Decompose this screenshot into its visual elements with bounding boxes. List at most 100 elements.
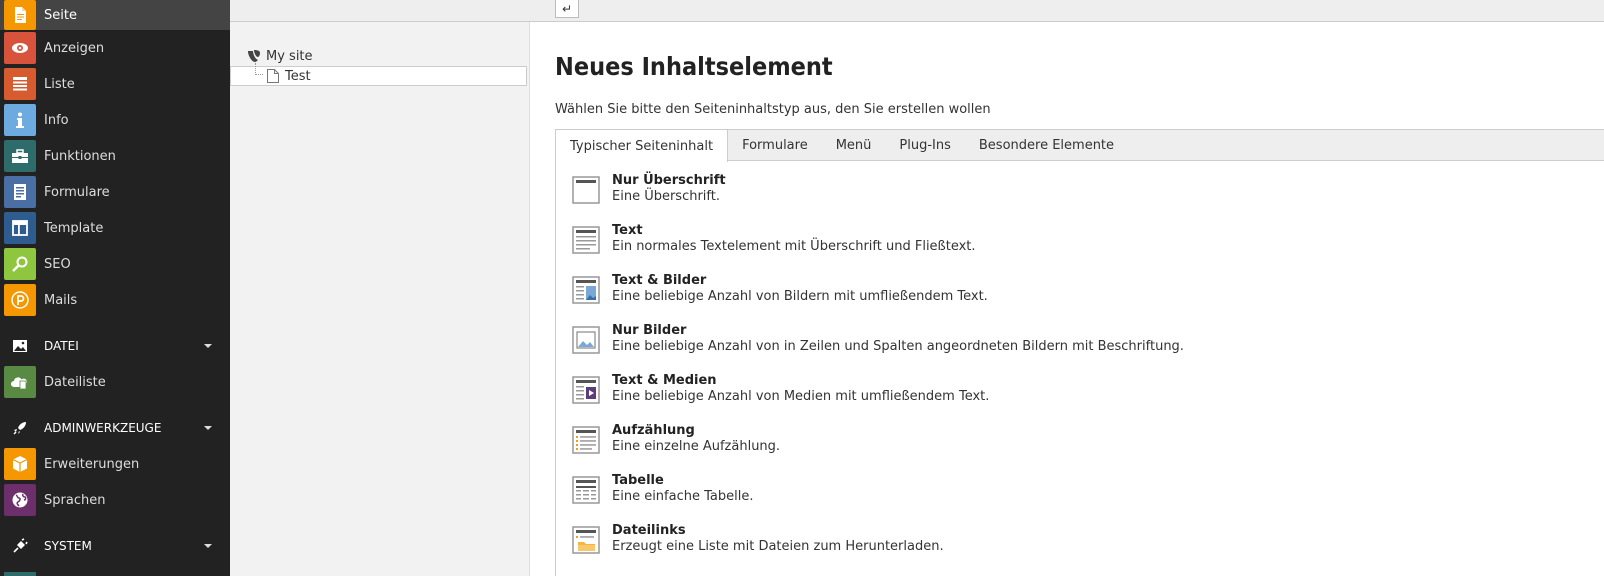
module-menu-overflow bbox=[0, 572, 230, 576]
list-icon bbox=[4, 68, 36, 100]
ce-title: Aufzählung bbox=[612, 423, 695, 438]
tab-menu[interactable]: Menü bbox=[822, 130, 886, 161]
toolbox-icon bbox=[4, 140, 36, 172]
module-label: Anzeigen bbox=[44, 40, 105, 56]
ce-title: Text bbox=[612, 223, 643, 238]
module-template[interactable]: Template bbox=[0, 210, 230, 246]
module-label: Info bbox=[44, 112, 69, 128]
ce-title: Dateilinks bbox=[612, 523, 686, 538]
ce-tabelle[interactable]: Tabelle Eine einfache Tabelle. bbox=[572, 473, 753, 504]
ce-description: Eine beliebige Anzahl von Bildern mit um… bbox=[612, 289, 988, 304]
typo3-logo-icon bbox=[248, 50, 260, 62]
content-area: Neues Inhaltselement Wählen Sie bitte de… bbox=[531, 22, 1604, 576]
tab-plug-ins[interactable]: Plug-Ins bbox=[885, 130, 964, 161]
module-label: Template bbox=[44, 220, 104, 236]
globe-icon bbox=[4, 484, 36, 516]
page-tree: My site Test bbox=[230, 0, 530, 576]
box-icon bbox=[4, 448, 36, 480]
module-seo[interactable]: SEO bbox=[0, 246, 230, 282]
tree-root-node[interactable]: My site bbox=[246, 48, 313, 64]
back-button[interactable]: ↵ bbox=[555, 0, 579, 18]
template-icon bbox=[4, 212, 36, 244]
module-liste[interactable]: Liste bbox=[0, 66, 230, 102]
tree-page-label: Test bbox=[285, 68, 311, 84]
text-media-icon bbox=[572, 376, 600, 404]
text-icon bbox=[572, 226, 600, 254]
hidden-module-chip bbox=[4, 572, 36, 576]
chevron-down-icon bbox=[204, 344, 212, 348]
mail-p-icon bbox=[4, 284, 36, 316]
group-label: ADMINWERKZEUGE bbox=[44, 421, 162, 435]
ce-text[interactable]: Text Ein normales Textelement mit Übersc… bbox=[572, 223, 976, 254]
tree-connector bbox=[255, 63, 263, 75]
group-system[interactable]: SYSTEM bbox=[0, 528, 230, 564]
module-funktionen[interactable]: Funktionen bbox=[0, 138, 230, 174]
ce-description: Eine einfache Tabelle. bbox=[612, 489, 754, 504]
tree-root-label: My site bbox=[266, 48, 313, 64]
group-datei[interactable]: DATEI bbox=[0, 328, 230, 364]
image-icon bbox=[4, 330, 36, 362]
group-adminwerkzeuge[interactable]: ADMINWERKZEUGE bbox=[0, 410, 230, 446]
header-only-icon bbox=[572, 176, 600, 204]
bullets-icon bbox=[572, 426, 600, 454]
tab-bar: Typischer Seiteninhalt Formulare Menü Pl… bbox=[555, 129, 1604, 162]
ce-nur-bilder[interactable]: Nur Bilder Eine beliebige Anzahl von in … bbox=[572, 323, 1184, 354]
ce-title: Text & Bilder bbox=[612, 273, 707, 288]
ce-aufzaehlung[interactable]: Aufzählung Eine einzelne Aufzählung. bbox=[572, 423, 780, 454]
form-icon bbox=[4, 176, 36, 208]
page-description: Wählen Sie bitte den Seiteninhaltstyp au… bbox=[555, 102, 991, 117]
module-seite[interactable]: Seite bbox=[0, 0, 230, 30]
module-mails[interactable]: Mails bbox=[0, 282, 230, 318]
group-label: SYSTEM bbox=[44, 539, 92, 553]
module-label: Liste bbox=[44, 76, 75, 92]
text-images-icon bbox=[572, 276, 600, 304]
page-icon bbox=[4, 0, 36, 30]
tab-besondere-elemente[interactable]: Besondere Elemente bbox=[965, 130, 1128, 161]
module-formulare[interactable]: Formulare bbox=[0, 174, 230, 210]
tab-formulare[interactable]: Formulare bbox=[728, 130, 822, 161]
module-dateiliste[interactable]: Dateiliste bbox=[0, 364, 230, 400]
group-label: DATEI bbox=[44, 339, 79, 353]
page-title: Neues Inhaltselement bbox=[555, 52, 833, 81]
cloud-file-icon bbox=[4, 366, 36, 398]
module-label: SEO bbox=[44, 256, 71, 272]
images-only-icon bbox=[572, 326, 600, 354]
page-icon bbox=[267, 69, 279, 83]
ce-title: Nur Bilder bbox=[612, 323, 687, 338]
ce-nur-ueberschrift[interactable]: Nur Überschrift Eine Überschrift. bbox=[572, 173, 726, 204]
module-label: Formulare bbox=[44, 184, 110, 200]
module-anzeigen[interactable]: Anzeigen bbox=[0, 30, 230, 66]
module-label: Seite bbox=[44, 7, 77, 23]
ce-text-medien[interactable]: Text & Medien Eine beliebige Anzahl von … bbox=[572, 373, 989, 404]
ce-description: Eine beliebige Anzahl von in Zeilen und … bbox=[612, 339, 1184, 354]
tab-typischer-seiteninhalt[interactable]: Typischer Seiteninhalt bbox=[556, 130, 729, 162]
module-label: Funktionen bbox=[44, 148, 116, 164]
ce-description: Erzeugt eine Liste mit Dateien zum Herun… bbox=[612, 539, 944, 554]
eye-icon bbox=[4, 32, 36, 64]
tree-page-node[interactable]: Test bbox=[230, 63, 527, 86]
ce-text-bilder[interactable]: Text & Bilder Eine beliebige Anzahl von … bbox=[572, 273, 988, 304]
module-label: Sprachen bbox=[44, 492, 106, 508]
chevron-down-icon bbox=[204, 426, 212, 430]
ce-title: Nur Überschrift bbox=[612, 173, 726, 188]
module-erweiterungen[interactable]: Erweiterungen bbox=[0, 446, 230, 482]
ce-description: Eine Überschrift. bbox=[612, 189, 720, 204]
file-links-icon bbox=[572, 526, 600, 554]
info-icon bbox=[4, 104, 36, 136]
tab-panel: Nur Überschrift Eine Überschrift. Text E… bbox=[555, 161, 1604, 576]
module-menu: Seite Anzeigen Liste Info Funktionen For… bbox=[0, 0, 230, 576]
plug-icon bbox=[4, 530, 36, 562]
table-icon bbox=[572, 476, 600, 504]
doc-header bbox=[230, 0, 1604, 22]
chevron-down-icon bbox=[204, 544, 212, 548]
ce-description: Ein normales Textelement mit Überschrift… bbox=[612, 239, 976, 254]
module-label: Mails bbox=[44, 292, 78, 308]
ce-title: Text & Medien bbox=[612, 373, 717, 388]
magnifier-icon bbox=[4, 248, 36, 280]
ce-description: Eine einzelne Aufzählung. bbox=[612, 439, 781, 454]
module-info[interactable]: Info bbox=[0, 102, 230, 138]
module-label: Dateiliste bbox=[44, 374, 106, 390]
module-sprachen[interactable]: Sprachen bbox=[0, 482, 230, 518]
module-label: Erweiterungen bbox=[44, 456, 140, 472]
ce-dateilinks[interactable]: Dateilinks Erzeugt eine Liste mit Dateie… bbox=[572, 523, 944, 554]
